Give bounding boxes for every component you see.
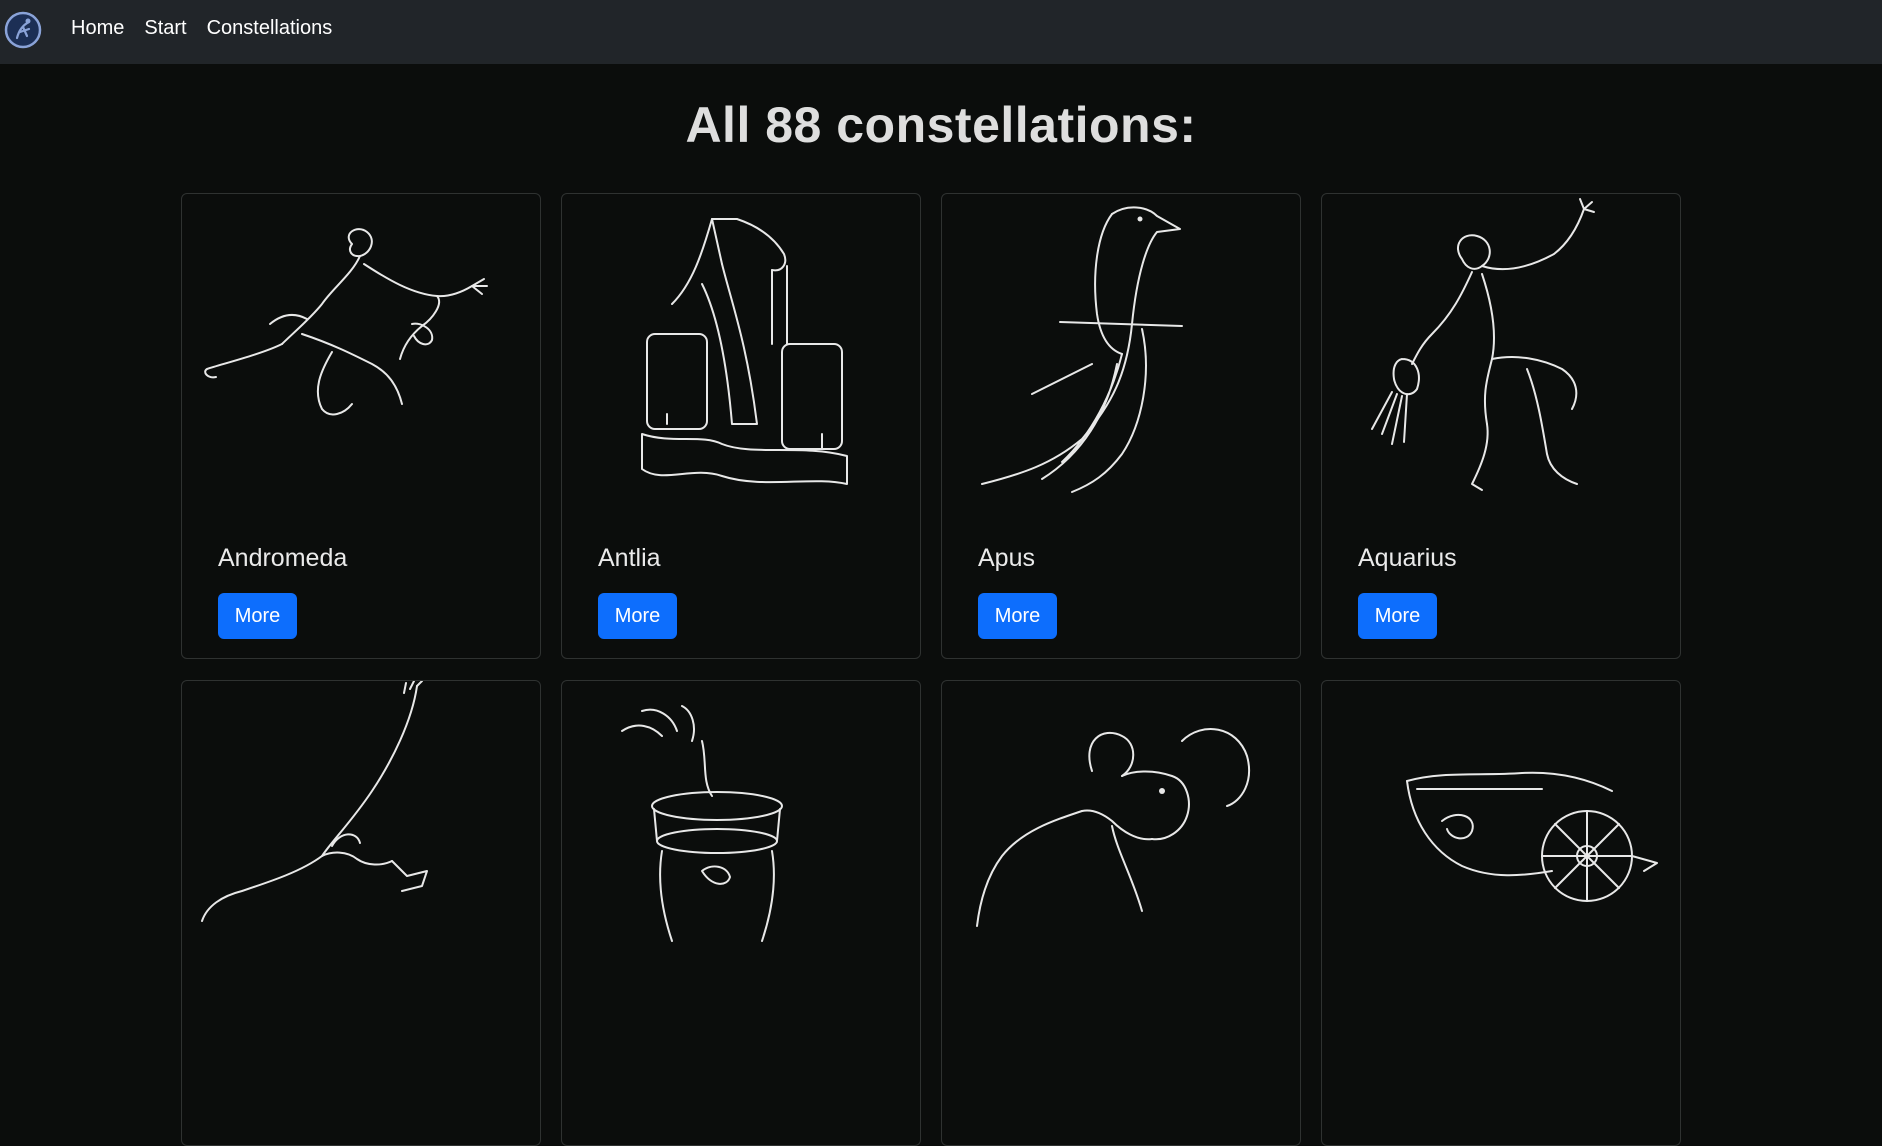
constellation-card-andromeda: Andromeda More (181, 193, 541, 659)
more-button[interactable]: More (218, 593, 297, 639)
constellation-card-apus: Apus More (941, 193, 1301, 659)
constellation-name: Andromeda (218, 544, 348, 572)
more-button[interactable]: More (1358, 593, 1437, 639)
constellation-card-aquila (181, 680, 541, 1146)
nav-constellations-link[interactable]: Constellations (207, 17, 333, 40)
bird-of-paradise-illustration-icon (981, 206, 1183, 493)
andromeda-illustration-icon (204, 228, 488, 416)
page-title: All 88 constellations: (685, 97, 1197, 153)
air-pump-illustration-icon (641, 218, 848, 485)
eagle-illustration-icon (201, 681, 428, 922)
constellation-card-antlia: Antlia More (561, 193, 921, 659)
constellation-card-ara (561, 680, 921, 1146)
constellation-card-auriga (1321, 680, 1681, 1146)
constellation-card-aries (941, 680, 1301, 1146)
astronomy-logo-icon[interactable] (3, 10, 43, 50)
ram-illustration-icon (976, 728, 1251, 927)
altar-illustration-icon (621, 705, 783, 942)
constellation-name: Antlia (598, 544, 661, 572)
nav-home-link[interactable]: Home (71, 17, 124, 40)
top-navbar: Home Start Constellations (0, 0, 1882, 64)
constellation-name: Aquarius (1358, 544, 1457, 572)
more-button[interactable]: More (978, 593, 1057, 639)
nav-start-link[interactable]: Start (144, 17, 186, 40)
constellation-name: Apus (978, 544, 1035, 572)
water-bearer-illustration-icon (1371, 198, 1595, 491)
more-button[interactable]: More (598, 593, 677, 639)
chariot-illustration-icon (1406, 771, 1658, 902)
constellation-card-aquarius: Aquarius More (1321, 193, 1681, 659)
